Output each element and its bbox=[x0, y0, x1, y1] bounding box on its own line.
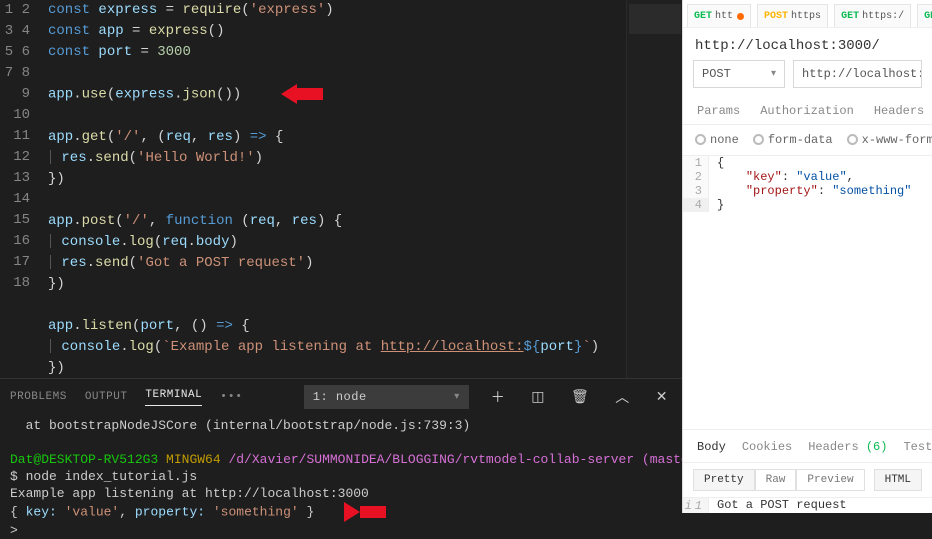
request-subtabs: Params Authorization Headers (1) bbox=[683, 98, 932, 125]
code-editor[interactable]: 1 2 3 4 5 6 7 8 9 10 11 12 13 14 15 16 1… bbox=[0, 0, 682, 378]
radio-icon bbox=[695, 134, 706, 145]
radio-icon bbox=[753, 134, 764, 145]
chevron-down-icon: ▾ bbox=[454, 391, 460, 403]
opt-pretty[interactable]: Pretty bbox=[693, 469, 755, 491]
request-body-editor[interactable]: 1{ 2 "key": "value", 3 "property": "some… bbox=[683, 155, 932, 212]
tab-body[interactable]: Body bbox=[697, 440, 726, 454]
request-tab[interactable]: GET bbox=[917, 4, 932, 27]
response-opts: Pretty Raw Preview HTML bbox=[683, 463, 932, 497]
radio-none[interactable]: none bbox=[695, 133, 739, 147]
body-type-row: none form-data x-www-form bbox=[683, 125, 932, 155]
radio-icon bbox=[847, 134, 858, 145]
opt-html[interactable]: HTML bbox=[874, 469, 922, 491]
postman-pane: GEThtt POSThttps GEThttps:/ GET http://l… bbox=[682, 0, 932, 513]
tab-test-results[interactable]: Test Results bbox=[903, 440, 932, 454]
radio-x-www-form[interactable]: x-www-form bbox=[847, 133, 932, 147]
arrow-annotation bbox=[344, 502, 386, 522]
tab-params[interactable]: Params bbox=[697, 104, 740, 118]
split-terminal-icon[interactable]: ◫ bbox=[527, 387, 549, 408]
dirty-dot-icon bbox=[737, 13, 744, 20]
terminal-output[interactable]: at bootstrapNodeJSCore (internal/bootstr… bbox=[0, 415, 682, 539]
radio-form-data[interactable]: form-data bbox=[753, 133, 833, 147]
terminal-select[interactable]: 1: node▾ bbox=[304, 385, 469, 409]
method-select[interactable]: POST▾ bbox=[693, 60, 785, 88]
opt-raw[interactable]: Raw bbox=[755, 469, 797, 491]
vscode-pane: 1 2 3 4 5 6 7 8 9 10 11 12 13 14 15 16 1… bbox=[0, 0, 682, 513]
terminal-line: at bootstrapNodeJSCore (internal/bootstr… bbox=[10, 418, 470, 433]
chevron-down-icon: ▾ bbox=[771, 68, 776, 80]
tab-authorization[interactable]: Authorization bbox=[760, 104, 854, 118]
minimap[interactable] bbox=[626, 0, 682, 378]
panel-tab-bar: PROBLEMS OUTPUT TERMINAL ••• 1: node▾ ＋ … bbox=[0, 379, 682, 415]
tab-resp-headers[interactable]: Headers (6) bbox=[808, 440, 887, 454]
new-terminal-icon[interactable]: ＋ bbox=[487, 385, 510, 409]
request-tab[interactable]: POSThttps bbox=[757, 4, 828, 27]
request-tab[interactable]: GEThttps:/ bbox=[834, 4, 911, 27]
trash-icon[interactable]: 🗑 bbox=[567, 387, 593, 408]
line-gutter: 1 2 3 4 5 6 7 8 9 10 11 12 13 14 15 16 1… bbox=[0, 0, 48, 378]
close-icon[interactable]: ✕ bbox=[652, 387, 672, 408]
tab-more-icon[interactable]: ••• bbox=[220, 391, 243, 403]
request-title: http://localhost:3000/ bbox=[683, 28, 932, 60]
bottom-panel: PROBLEMS OUTPUT TERMINAL ••• 1: node▾ ＋ … bbox=[0, 378, 682, 539]
chevron-up-icon[interactable]: ︿ bbox=[611, 385, 634, 409]
opt-preview[interactable]: Preview bbox=[796, 469, 864, 491]
tab-cookies[interactable]: Cookies bbox=[742, 440, 792, 454]
response-body[interactable]: i 1Got a POST request bbox=[683, 497, 932, 513]
arrow-annotation bbox=[281, 84, 323, 104]
tab-problems[interactable]: PROBLEMS bbox=[10, 391, 67, 403]
url-input[interactable]: http://localhost:3000/ bbox=[793, 60, 922, 88]
request-tab-bar: GEThtt POSThttps GEThttps:/ GET bbox=[683, 0, 932, 28]
code-content[interactable]: const express = require('express') const… bbox=[48, 0, 682, 378]
response-tabs: Body Cookies Headers (6) Test Results bbox=[683, 429, 932, 463]
tab-terminal[interactable]: TERMINAL bbox=[145, 389, 202, 406]
tab-headers[interactable]: Headers (1) bbox=[874, 104, 932, 118]
request-tab[interactable]: GEThtt bbox=[687, 4, 751, 27]
tab-output[interactable]: OUTPUT bbox=[85, 391, 128, 403]
